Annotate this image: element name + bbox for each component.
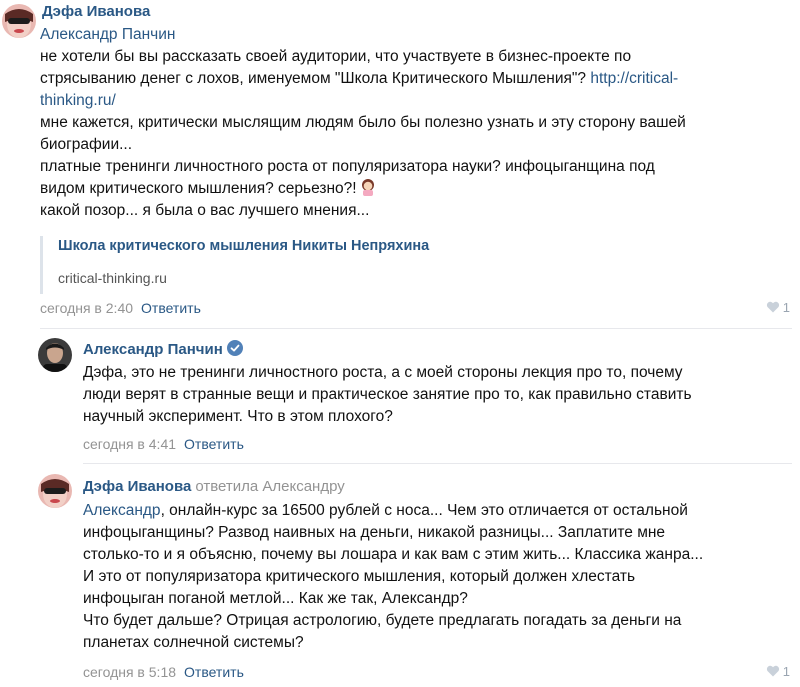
text-line: столько-то и я объясню, почему вы лошара…	[83, 546, 704, 563]
external-link-continued[interactable]: thinking.ru/	[40, 90, 686, 112]
comment-text: Дэфа, это не тренинги личностного роста,…	[83, 362, 692, 428]
heart-icon	[766, 665, 779, 677]
like-count: 1	[782, 300, 790, 315]
comment-author: Дэфа Иванова ответила Александру	[83, 478, 345, 495]
text-line: научный эксперимент. Что в этом плохого?	[83, 408, 393, 425]
woman-facepalm-emoji-icon	[360, 178, 376, 196]
comment-meta: сегодня в 5:18 Ответить	[83, 664, 244, 680]
text-line: стрясыванию денег с лохов, именуемом "Шк…	[40, 70, 587, 87]
text-line: платные тренинги личностного роста от по…	[40, 158, 655, 175]
text-line: какой позор... я была о вас лучшего мнен…	[40, 202, 370, 219]
mention-link[interactable]: Александр	[83, 502, 161, 519]
snippet-domain: critical-thinking.ru	[58, 270, 167, 286]
mention-link[interactable]: Александр Панчин	[40, 24, 686, 46]
like-count: 1	[782, 664, 790, 679]
text-line: биографии...	[40, 136, 133, 153]
reply-button[interactable]: Ответить	[141, 300, 201, 316]
avatar[interactable]	[38, 474, 72, 508]
avatar[interactable]	[2, 4, 36, 38]
text-line: видом критического мышления? серьезно?!	[40, 180, 357, 197]
reply-button[interactable]: Ответить	[184, 664, 244, 680]
reply-button[interactable]: Ответить	[184, 436, 244, 452]
link-snippet[interactable]: Школа критического мышления Никиты Непря…	[40, 236, 429, 294]
like-button[interactable]: 1	[766, 300, 790, 315]
text-line: инфоцыганщины? Развод наивных на деньги,…	[83, 524, 666, 541]
text-line: Дэфа, это не тренинги личностного роста,…	[83, 364, 683, 381]
verified-badge-icon	[226, 340, 243, 356]
text-line: не хотели бы вы рассказать своей аудитор…	[40, 48, 632, 65]
comment-divider	[83, 463, 792, 464]
heart-icon	[766, 301, 779, 313]
comment-text: Александр, онлайн-курс за 16500 рублей с…	[83, 500, 703, 654]
comment-author[interactable]: Александр Панчин	[83, 340, 243, 358]
comment-divider	[40, 328, 792, 329]
comment-time[interactable]: сегодня в 4:41	[83, 436, 176, 452]
text-line: мне кажется, критически мыслящим людям б…	[40, 114, 686, 131]
comment-author[interactable]: Дэфа Иванова	[42, 3, 150, 20]
comment-time[interactable]: сегодня в 2:40	[40, 300, 133, 316]
text-line: И это от популяризатора критического мыш…	[83, 568, 636, 585]
avatar-image	[38, 474, 72, 508]
text-line: люди верят в странные вещи и практическо…	[83, 386, 692, 403]
author-name[interactable]: Александр Панчин	[83, 341, 223, 358]
comment-meta: сегодня в 4:41 Ответить	[83, 436, 244, 452]
external-link[interactable]: http://critical-	[590, 70, 678, 87]
snippet-title[interactable]: Школа критического мышления Никиты Непря…	[58, 236, 429, 256]
like-button[interactable]: 1	[766, 664, 790, 679]
avatar[interactable]	[38, 338, 72, 372]
author-name[interactable]: Дэфа Иванова	[83, 478, 191, 495]
text-line: планетах солнечной системы?	[83, 634, 304, 651]
avatar-image	[2, 4, 36, 38]
reply-to-label[interactable]: ответила Александру	[195, 478, 344, 495]
text-line: инфоцыган поганой метлой... Как же так, …	[83, 590, 468, 607]
text-line: Что будет дальше? Отрицая астрологию, бу…	[83, 612, 682, 629]
comment-text: Александр Панчин не хотели бы вы рассказ…	[40, 24, 686, 222]
comment-time[interactable]: сегодня в 5:18	[83, 664, 176, 680]
text-line: , онлайн-курс за 16500 рублей с носа... …	[160, 502, 688, 519]
comment-meta: сегодня в 2:40 Ответить	[40, 300, 201, 316]
avatar-image	[38, 338, 72, 372]
